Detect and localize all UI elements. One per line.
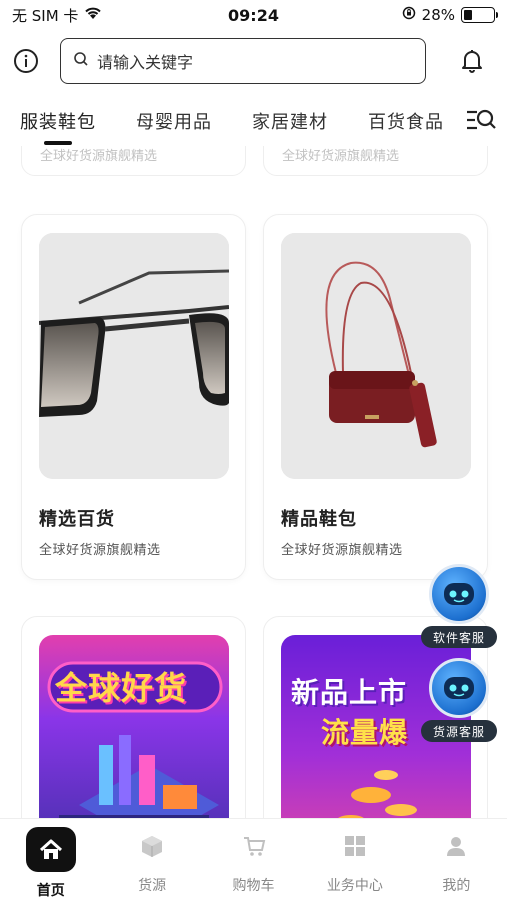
software-service-bot[interactable]: 软件客服: [421, 564, 497, 648]
bot-label: 货源客服: [421, 720, 497, 742]
promo-card-global[interactable]: 全球好货: [21, 616, 246, 818]
cart-icon: [239, 831, 269, 861]
header: 请输入关键字: [0, 34, 507, 88]
wifi-icon: [84, 6, 102, 24]
category-tabs: 服装鞋包 母婴用品 家居建材 百货食品: [0, 96, 507, 146]
promo-headline-1: 新品上市: [291, 676, 408, 709]
bag-image: [281, 233, 471, 479]
robot-icon: [429, 564, 489, 624]
promo-headline: 全球好货: [55, 669, 188, 707]
nav-mine[interactable]: 我的: [406, 819, 507, 900]
tab-maternal-baby[interactable]: 母婴用品: [136, 99, 212, 143]
bot-label: 软件客服: [421, 626, 497, 648]
promo-headline-2: 流量爆: [321, 716, 409, 749]
box-icon: [137, 831, 167, 861]
category-menu-icon[interactable]: [465, 106, 497, 134]
clock: 09:24: [228, 5, 279, 25]
nav-home[interactable]: 首页: [0, 819, 101, 900]
supply-service-bot[interactable]: 货源客服: [421, 658, 497, 742]
status-bar: 无 SIM 卡 09:24 28%: [0, 0, 507, 30]
tab-general-food[interactable]: 百货食品: [368, 99, 444, 143]
tab-home-building[interactable]: 家居建材: [252, 99, 328, 143]
home-icon: [25, 827, 76, 872]
tab-clothing-shoes-bags[interactable]: 服装鞋包: [20, 99, 96, 145]
battery-icon: [461, 7, 498, 23]
partial-card[interactable]: 全球好货源旗舰精选: [21, 146, 246, 176]
card-title: 精品鞋包: [281, 509, 357, 530]
card-title: 精选百货: [39, 509, 115, 530]
battery-percent: 28%: [421, 6, 455, 24]
card-subtitle: 全球好货源旗舰精选: [40, 148, 158, 164]
carrier-text: 无 SIM 卡: [12, 6, 79, 25]
grid-icon: [340, 831, 370, 861]
partial-card[interactable]: 全球好货源旗舰精选: [263, 146, 488, 176]
search-icon: [73, 51, 89, 71]
robot-icon: [429, 658, 489, 718]
user-icon: [441, 831, 471, 861]
card-subtitle: 全球好货源旗舰精选: [281, 543, 403, 558]
info-icon[interactable]: [12, 47, 40, 75]
card-subtitle: 全球好货源旗舰精选: [282, 148, 400, 164]
promo-banner-global: 全球好货: [39, 635, 229, 818]
nav-cart[interactable]: 购物车: [203, 819, 304, 900]
bell-icon[interactable]: [458, 47, 486, 75]
orientation-lock-icon: [402, 6, 416, 24]
nav-label: 首页: [36, 883, 65, 899]
search-input[interactable]: 请输入关键字: [60, 38, 426, 84]
nav-label: 业务中心: [326, 878, 383, 894]
nav-label: 货源: [138, 878, 167, 894]
category-card-general[interactable]: 精选百货 全球好货源旗舰精选: [21, 214, 246, 580]
nav-label: 我的: [442, 878, 471, 894]
card-subtitle: 全球好货源旗舰精选: [39, 543, 161, 558]
search-placeholder: 请输入关键字: [97, 53, 194, 72]
nav-label: 购物车: [232, 878, 275, 894]
nav-business-center[interactable]: 业务中心: [304, 819, 405, 900]
category-card-shoes-bags[interactable]: 精品鞋包 全球好货源旗舰精选: [263, 214, 488, 580]
nav-supply[interactable]: 货源: [101, 819, 202, 900]
sunglasses-image: [39, 233, 229, 479]
bottom-nav: 首页 货源 购物车 业务中心 我的: [0, 818, 507, 900]
